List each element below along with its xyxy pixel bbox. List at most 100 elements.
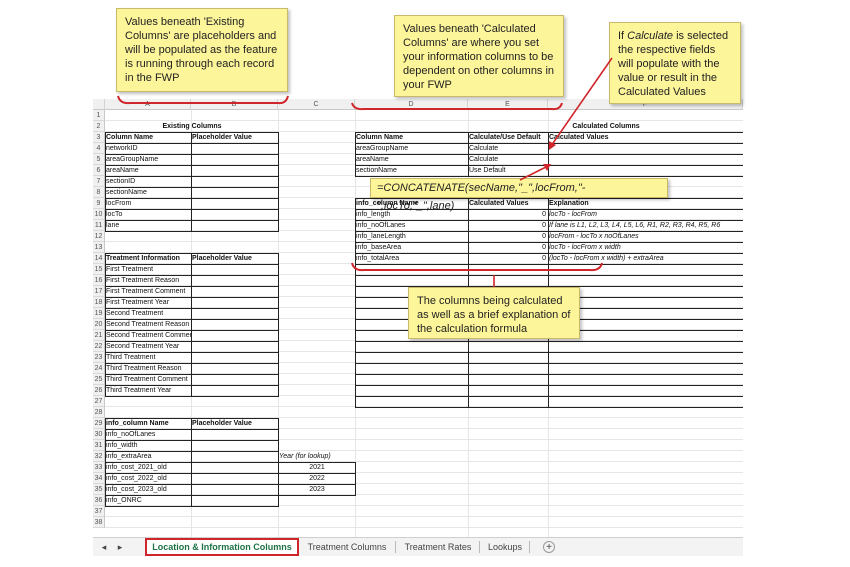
info-col-header[interactable]: info_column Name: [105, 418, 191, 429]
row-header-1[interactable]: 1: [93, 110, 105, 121]
info-item[interactable]: info_ONRC: [105, 495, 191, 506]
column-header-e[interactable]: E: [468, 99, 548, 110]
row-header-34[interactable]: 34: [93, 473, 105, 484]
row-header-6[interactable]: 6: [93, 165, 105, 176]
row-header-5[interactable]: 5: [93, 154, 105, 165]
row-header-16[interactable]: 16: [93, 275, 105, 286]
column-header-d[interactable]: D: [355, 99, 468, 110]
info-calc-explanation[interactable]: locFrom - locTo x noOfLanes: [548, 231, 743, 242]
info-calc-value[interactable]: 0: [468, 220, 548, 231]
treatment-item[interactable]: First Treatment Reason: [105, 275, 191, 286]
row-header-17[interactable]: 17: [93, 286, 105, 297]
calculated-columns-title[interactable]: Calculated Columns: [468, 121, 743, 132]
existing-columns-title[interactable]: Existing Columns: [105, 121, 278, 132]
row-header-26[interactable]: 26: [93, 385, 105, 396]
row-header-3[interactable]: 3: [93, 132, 105, 143]
year-value[interactable]: 2023: [278, 484, 355, 495]
row-header-25[interactable]: 25: [93, 374, 105, 385]
info-item[interactable]: info_cost_2021_old: [105, 462, 191, 473]
calc-row-name[interactable]: areaName: [355, 154, 468, 165]
info-calc-value[interactable]: 0: [468, 231, 548, 242]
row-header-2[interactable]: 2: [93, 121, 105, 132]
existing-col-name[interactable]: locFrom: [105, 198, 191, 209]
info-calc-explanation[interactable]: If lane is L1, L2, L3, L4, L5, L6, R1, R…: [548, 220, 743, 231]
col-name-header[interactable]: Column Name: [105, 132, 191, 143]
row-header-27[interactable]: 27: [93, 396, 105, 407]
existing-col-name[interactable]: sectionID: [105, 176, 191, 187]
row-header-36[interactable]: 36: [93, 495, 105, 506]
add-sheet-button[interactable]: +: [543, 541, 555, 553]
info-calc-explanation[interactable]: locTo - locFrom x width: [548, 242, 743, 253]
row-header-24[interactable]: 24: [93, 363, 105, 374]
existing-col-name[interactable]: lane: [105, 220, 191, 231]
existing-col-name[interactable]: sectionName: [105, 187, 191, 198]
treatment-placeholder-header[interactable]: Placeholder Value: [191, 253, 278, 264]
tab-scroll-left-button[interactable]: ◂: [99, 538, 109, 556]
row-header-20[interactable]: 20: [93, 319, 105, 330]
row-header-9[interactable]: 9: [93, 198, 105, 209]
tab-scroll-right-button[interactable]: ▸: [115, 538, 125, 556]
explanation-header[interactable]: Explanation: [548, 198, 743, 209]
treatment-header[interactable]: Treatment Information: [105, 253, 191, 264]
info-calc-values-header[interactable]: Calculated Values: [468, 198, 548, 209]
info-calc-name[interactable]: info_laneLength: [355, 231, 468, 242]
column-header-a[interactable]: A: [105, 99, 191, 110]
row-header-4[interactable]: 4: [93, 143, 105, 154]
info-calc-value[interactable]: 0: [468, 209, 548, 220]
row-header-31[interactable]: 31: [93, 440, 105, 451]
calc-row-name[interactable]: areaGroupName: [355, 143, 468, 154]
treatment-item[interactable]: First Treatment Year: [105, 297, 191, 308]
row-header-23[interactable]: 23: [93, 352, 105, 363]
treatment-item[interactable]: First Treatment Comment: [105, 286, 191, 297]
row-header-11[interactable]: 11: [93, 220, 105, 231]
row-header-7[interactable]: 7: [93, 176, 105, 187]
treatment-item[interactable]: Third Treatment: [105, 352, 191, 363]
row-header-33[interactable]: 33: [93, 462, 105, 473]
column-header-b[interactable]: B: [191, 99, 278, 110]
calc-use-default-header[interactable]: Calculate/Use Default: [468, 132, 548, 143]
info-calc-name[interactable]: info_baseArea: [355, 242, 468, 253]
row-header-13[interactable]: 13: [93, 242, 105, 253]
info-item[interactable]: info_width: [105, 440, 191, 451]
treatment-item[interactable]: Third Treatment Comment: [105, 374, 191, 385]
existing-col-name[interactable]: areaName: [105, 165, 191, 176]
tab-lookups[interactable]: Lookups: [483, 538, 527, 556]
info-calc-name[interactable]: info_noOfLanes: [355, 220, 468, 231]
row-header-14[interactable]: 14: [93, 253, 105, 264]
row-header-28[interactable]: 28: [93, 407, 105, 418]
year-lookup-label[interactable]: Year (for lookup): [278, 451, 375, 462]
treatment-item[interactable]: Third Treatment Year: [105, 385, 191, 396]
row-header-10[interactable]: 10: [93, 209, 105, 220]
row-header-37[interactable]: 37: [93, 506, 105, 517]
row-header-15[interactable]: 15: [93, 264, 105, 275]
treatment-item[interactable]: Second Treatment Comment: [105, 330, 191, 341]
tab-location-information-columns[interactable]: Location & Information Columns: [145, 538, 299, 556]
info-item[interactable]: info_noOfLanes: [105, 429, 191, 440]
info-placeholder-header[interactable]: Placeholder Value: [191, 418, 278, 429]
calc-row-name[interactable]: sectionName: [355, 165, 468, 176]
calc-row-mode[interactable]: Calculate: [468, 154, 548, 165]
treatment-item[interactable]: First Treatment: [105, 264, 191, 275]
year-value[interactable]: 2021: [278, 462, 355, 473]
calc-row-mode[interactable]: Calculate: [468, 143, 548, 154]
tab-treatment-rates[interactable]: Treatment Rates: [399, 538, 477, 556]
row-header-38[interactable]: 38: [93, 517, 105, 528]
info-item[interactable]: info_cost_2023_old: [105, 484, 191, 495]
calc-col-name-header[interactable]: Column Name: [355, 132, 468, 143]
treatment-item[interactable]: Second Treatment Reason: [105, 319, 191, 330]
info-calc-value[interactable]: 0: [468, 242, 548, 253]
row-header-12[interactable]: 12: [93, 231, 105, 242]
placeholder-header[interactable]: Placeholder Value: [191, 132, 278, 143]
column-header-c[interactable]: C: [278, 99, 355, 110]
treatment-item[interactable]: Second Treatment: [105, 308, 191, 319]
info-calc-explanation[interactable]: locTo - locFrom: [548, 209, 743, 220]
calc-row-mode[interactable]: Use Default: [468, 165, 548, 176]
info-calc-explanation[interactable]: (locTo - locFrom x width) + extraArea: [548, 253, 743, 264]
treatment-item[interactable]: Second Treatment Year: [105, 341, 191, 352]
calc-values-header[interactable]: Calculated Values: [548, 132, 743, 143]
row-header-29[interactable]: 29: [93, 418, 105, 429]
existing-col-name[interactable]: locTo: [105, 209, 191, 220]
row-header-21[interactable]: 21: [93, 330, 105, 341]
row-header-22[interactable]: 22: [93, 341, 105, 352]
info-calc-name[interactable]: info_totalArea: [355, 253, 468, 264]
